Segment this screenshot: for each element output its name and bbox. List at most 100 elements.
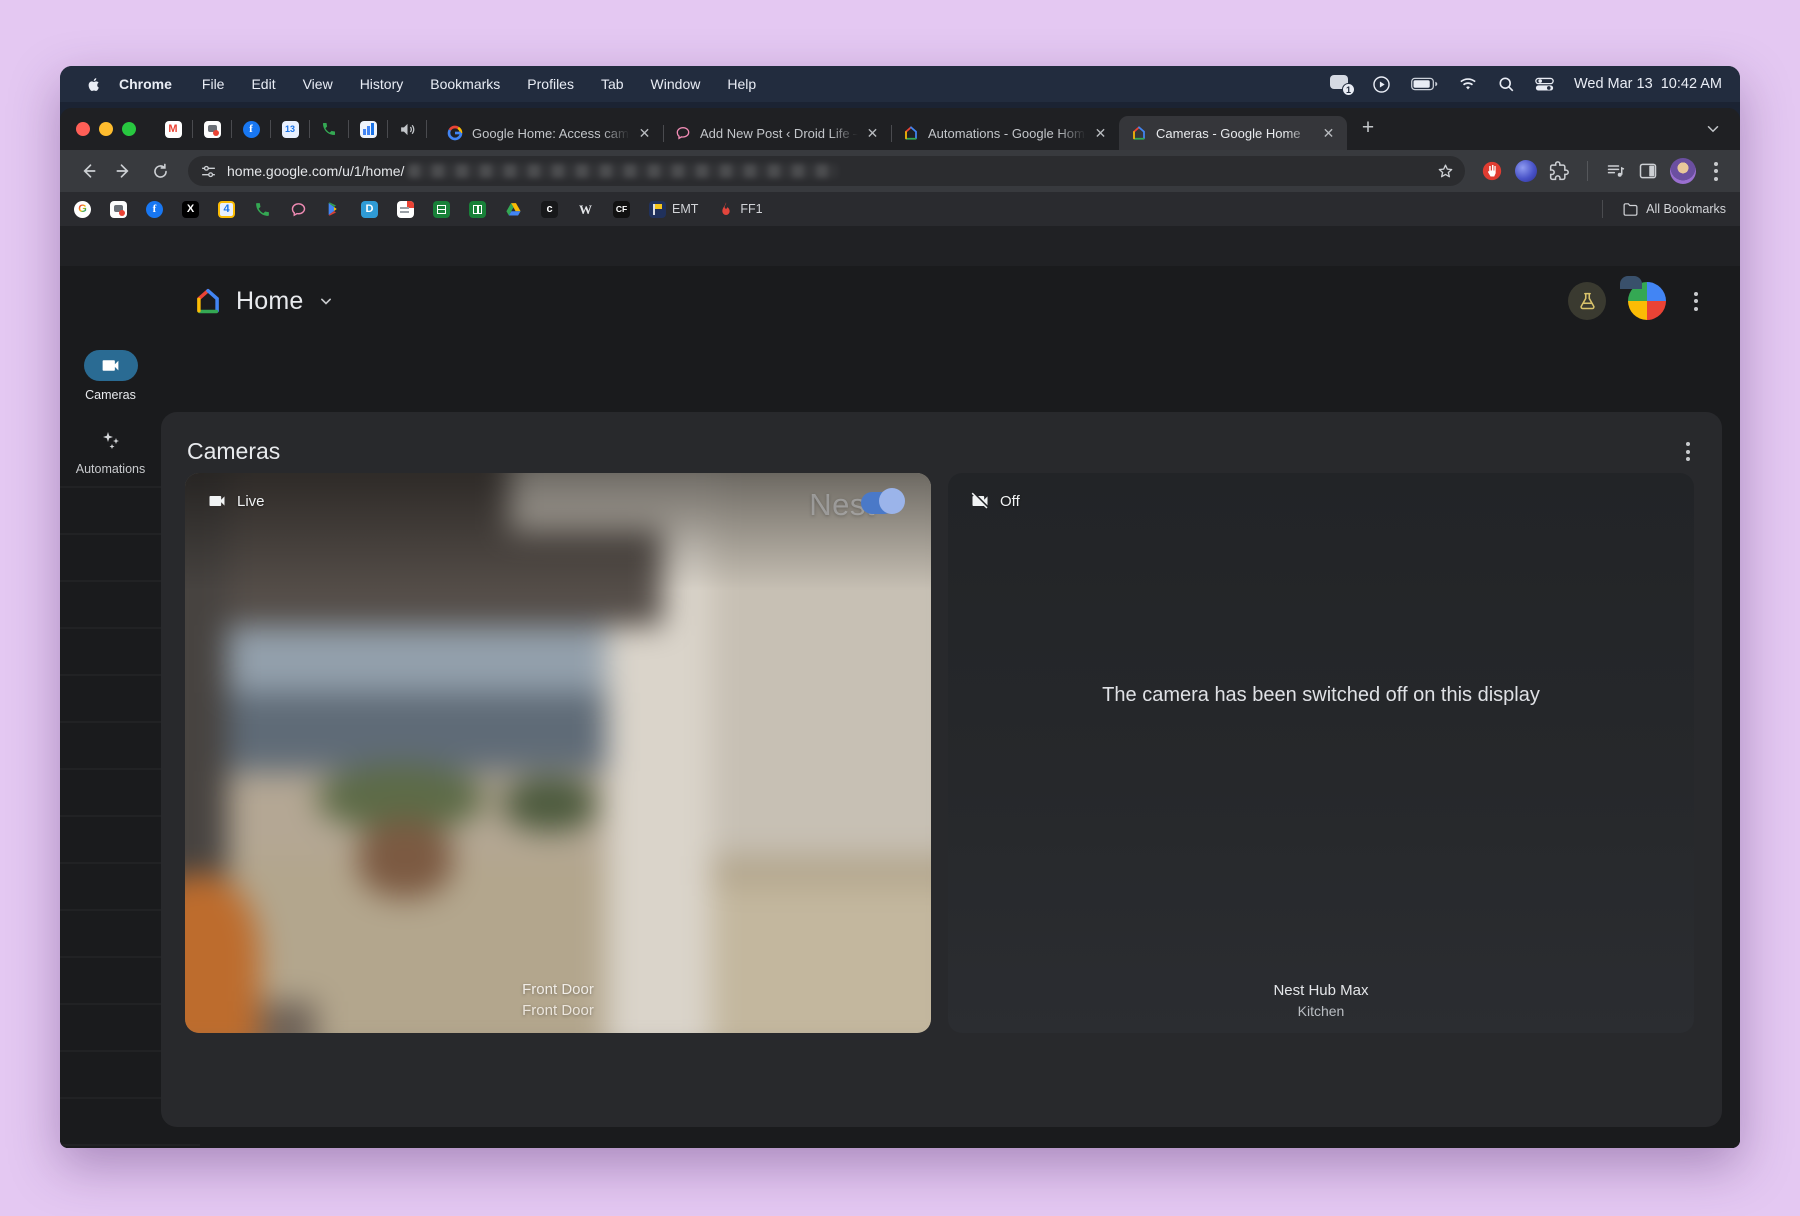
tab-automations[interactable]: Automations - Google Home ✕ bbox=[891, 116, 1119, 150]
sidebar-item-cameras[interactable]: Cameras bbox=[60, 350, 161, 402]
bookmark-w-site[interactable]: W bbox=[577, 201, 594, 218]
menu-bookmarks[interactable]: Bookmarks bbox=[430, 76, 500, 92]
camera-room: Front Door bbox=[185, 1002, 931, 1019]
macos-menubar: Chrome File Edit View History Bookmarks … bbox=[60, 66, 1740, 102]
bookmark-photos[interactable] bbox=[110, 201, 127, 218]
close-window-button[interactable] bbox=[76, 122, 90, 136]
bookmark-sheets-1[interactable] bbox=[433, 201, 450, 218]
extensions-puzzle-icon[interactable] bbox=[1549, 161, 1569, 181]
adblock-extension-icon[interactable] bbox=[1481, 160, 1503, 182]
menu-window[interactable]: Window bbox=[651, 76, 701, 92]
pinned-tab-gmail[interactable]: M bbox=[154, 116, 192, 142]
nest-watermark: Nest bbox=[809, 487, 905, 523]
automations-sparkle-icon bbox=[84, 424, 138, 455]
bookmark-c-site[interactable]: c bbox=[541, 201, 558, 218]
app-menu-kebab-icon[interactable] bbox=[1688, 286, 1704, 317]
browser-menu-kebab-icon[interactable] bbox=[1708, 156, 1724, 187]
side-panel-icon[interactable] bbox=[1638, 161, 1658, 181]
forward-button[interactable] bbox=[108, 155, 140, 187]
screenshot-area: Chrome File Edit View History Bookmarks … bbox=[60, 66, 1740, 1148]
bookmark-facebook[interactable]: f bbox=[146, 201, 163, 218]
camera-off-message: The camera has been switched off on this… bbox=[948, 680, 1694, 710]
bookmark-star-icon[interactable] bbox=[1436, 162, 1455, 181]
bookmark-x[interactable]: X bbox=[182, 201, 199, 218]
swirl-extension-icon[interactable] bbox=[1515, 160, 1537, 182]
cameras-menu-kebab-icon[interactable] bbox=[1680, 436, 1696, 467]
tab-google-home-access[interactable]: Google Home: Access camera ✕ bbox=[435, 116, 663, 150]
bookmark-drive[interactable] bbox=[505, 201, 522, 218]
bookmark-google[interactable]: G bbox=[74, 201, 91, 218]
cameras-icon bbox=[84, 350, 138, 381]
cameras-panel: Cameras bbox=[161, 412, 1722, 1127]
site-settings-icon[interactable] bbox=[200, 163, 217, 180]
bookmark-droidlife[interactable] bbox=[290, 201, 307, 218]
pinned-tab-voice[interactable] bbox=[310, 116, 348, 142]
control-center-icon[interactable] bbox=[1535, 77, 1554, 92]
bookmark-calendar[interactable]: 4 bbox=[218, 201, 235, 218]
url-text: home.google.com/u/1/home/ bbox=[227, 163, 404, 179]
spotlight-search-icon[interactable] bbox=[1498, 76, 1515, 93]
minimize-window-button[interactable] bbox=[99, 122, 113, 136]
pinned-tabs: M f 13 bbox=[154, 116, 427, 142]
wifi-icon[interactable] bbox=[1458, 76, 1478, 92]
apple-menu-icon[interactable] bbox=[84, 76, 101, 93]
tab-audio-speaker-icon[interactable] bbox=[388, 116, 426, 142]
menu-chrome[interactable]: Chrome bbox=[119, 76, 172, 92]
tab-cameras-active[interactable]: Cameras - Google Home ✕ bbox=[1119, 116, 1347, 150]
camera-card-front-door[interactable]: Live Nest Front Door Front Door bbox=[185, 473, 931, 1033]
bookmark-emt[interactable]: EMT bbox=[649, 201, 698, 218]
browser-toolbar: home.google.com/u/1/home/ bbox=[60, 150, 1740, 192]
menu-profiles[interactable]: Profiles bbox=[527, 76, 574, 92]
playback-icon[interactable] bbox=[1372, 75, 1391, 94]
menu-edit[interactable]: Edit bbox=[251, 76, 275, 92]
window-controls bbox=[76, 122, 136, 136]
media-controls-icon[interactable] bbox=[1606, 161, 1626, 181]
tabs: Google Home: Access camera ✕ Add New Pos… bbox=[435, 108, 1347, 150]
menu-help[interactable]: Help bbox=[727, 76, 756, 92]
close-tab-icon[interactable]: ✕ bbox=[1092, 125, 1109, 142]
screen-record-indicator[interactable]: 1 bbox=[1330, 75, 1352, 93]
tab-search-chevron-icon[interactable] bbox=[1704, 120, 1730, 138]
account-avatar[interactable] bbox=[1628, 282, 1666, 320]
address-bar[interactable]: home.google.com/u/1/home/ bbox=[188, 156, 1465, 186]
home-switcher-chevron-icon[interactable] bbox=[316, 291, 336, 311]
pinned-tab-calendar[interactable]: 13 bbox=[271, 116, 309, 142]
section-title: Cameras bbox=[187, 438, 280, 465]
camera-name: Front Door bbox=[185, 981, 931, 998]
reload-button[interactable] bbox=[144, 155, 176, 187]
menu-view[interactable]: View bbox=[303, 76, 333, 92]
menu-tab[interactable]: Tab bbox=[601, 76, 624, 92]
close-tab-icon[interactable]: ✕ bbox=[1320, 125, 1337, 142]
pinned-tab-photos[interactable] bbox=[193, 116, 231, 142]
back-button[interactable] bbox=[72, 155, 104, 187]
app-header: Home bbox=[60, 266, 1740, 336]
close-tab-icon[interactable]: ✕ bbox=[864, 125, 881, 142]
bookmark-ff1[interactable]: FF1 bbox=[717, 201, 762, 218]
bookmark-play-store[interactable] bbox=[326, 201, 342, 217]
sidebar-item-automations[interactable]: Automations bbox=[60, 424, 161, 476]
new-tab-button[interactable]: + bbox=[1353, 113, 1383, 143]
labs-flask-button[interactable] bbox=[1568, 282, 1606, 320]
zoom-window-button[interactable] bbox=[122, 122, 136, 136]
device-room: Kitchen bbox=[948, 1003, 1694, 1019]
menu-file[interactable]: File bbox=[202, 76, 225, 92]
tab-add-new-post[interactable]: Add New Post ‹ Droid Life — ✕ bbox=[663, 116, 891, 150]
bookmark-voice[interactable] bbox=[254, 201, 271, 218]
bookmark-cf-site[interactable]: CF bbox=[613, 201, 630, 218]
browser-profile-avatar[interactable] bbox=[1670, 158, 1696, 184]
close-tab-icon[interactable]: ✕ bbox=[636, 125, 653, 142]
camera-card-nest-hub-max[interactable]: Off The camera has been switched off on … bbox=[948, 473, 1694, 1033]
nest-logo-dot bbox=[879, 488, 905, 514]
bookmarks-bar: G f X 4 D c W CF EMT FF1 All Bookmarks bbox=[60, 192, 1740, 226]
pinned-tab-analytics[interactable] bbox=[349, 116, 387, 142]
all-bookmarks-button[interactable]: All Bookmarks bbox=[1622, 201, 1726, 218]
pinned-tab-facebook[interactable]: f bbox=[232, 116, 270, 142]
bookmark-d-site[interactable]: D bbox=[361, 201, 378, 218]
tab-strip: M f 13 Google Home: Access camera bbox=[60, 108, 1740, 150]
home-title[interactable]: Home bbox=[236, 287, 304, 316]
google-home-page: Home bbox=[60, 266, 1740, 1148]
bookmark-docs[interactable] bbox=[397, 201, 414, 218]
menu-history[interactable]: History bbox=[360, 76, 404, 92]
bookmark-sheets-2[interactable] bbox=[469, 201, 486, 218]
device-name: Nest Hub Max bbox=[948, 982, 1694, 999]
